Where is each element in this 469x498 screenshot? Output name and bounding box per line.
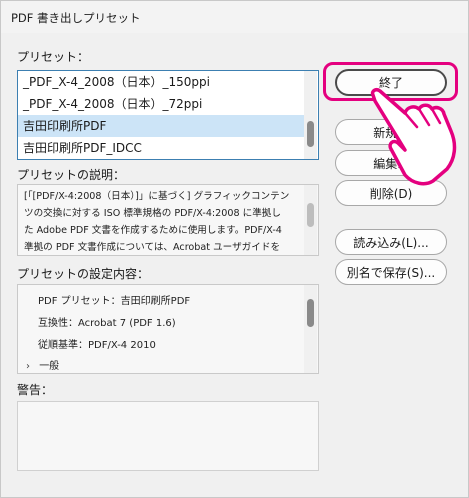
description-line: ツの交換に対する ISO 標準規格の PDF/X-4:2008 に準拠し: [24, 208, 281, 219]
scrollbar-thumb[interactable]: [307, 203, 314, 227]
setting-line: 互換性：Acrobat 7 (PDF 1.6): [38, 318, 176, 329]
chevron-right-icon[interactable]: ›: [26, 361, 30, 372]
scrollbar-thumb[interactable]: [307, 121, 314, 147]
description-line: た Adobe PDF 文書を作成するために使用します。PDF/X-4: [24, 225, 282, 236]
warning-label: 警告：: [17, 383, 54, 397]
description-text: [「[PDF/X-4:2008（日本）]」に基づく] グラフィックコンテン ツの…: [24, 188, 302, 255]
description-label: プリセットの説明：: [17, 168, 126, 182]
setting-line: PDF プリセット：吉田印刷所PDF: [38, 296, 191, 307]
hand-outline: [370, 88, 457, 186]
preset-item[interactable]: 吉田印刷所PDF_IDCC: [18, 137, 304, 159]
pointing-hand-icon: [370, 88, 457, 186]
warning-box: [17, 401, 319, 471]
load-button[interactable]: 読み込み(L)...: [335, 229, 447, 255]
scrollbar-thumb[interactable]: [307, 299, 314, 327]
settings-group-label: 一般: [39, 361, 60, 372]
settings-scrollbar[interactable]: [304, 285, 317, 373]
pdf-export-presets-dialog: PDF 書き出しプリセット プリセット： _PDF_X-4_2008（日本）_1…: [0, 0, 469, 498]
description-line: 準拠の PDF 文書作成については、Acrobat ユーザガイドを: [24, 242, 281, 253]
preset-description-box: [「[PDF/X-4:2008（日本）]」に基づく] グラフィックコンテン ツの…: [17, 184, 319, 256]
setting-line: 従順基準：PDF/X-4 2010: [38, 340, 156, 351]
preset-list-scrollbar[interactable]: [304, 71, 317, 159]
description-scrollbar[interactable]: [304, 185, 317, 255]
window-title: PDF 書き出しプリセット: [11, 11, 141, 25]
presets-label: プリセット：: [17, 50, 90, 64]
title-bar[interactable]: PDF 書き出しプリセット: [1, 1, 468, 33]
preset-item[interactable]: _PDF_X-4_2008（日本）_72ppi: [18, 93, 304, 115]
description-line: [「[PDF/X-4:2008（日本）]」に基づく] グラフィックコンテン: [24, 191, 290, 202]
settings-group-general[interactable]: › 一般: [26, 357, 59, 372]
preset-list[interactable]: _PDF_X-4_2008（日本）_150ppi _PDF_X-4_2008（日…: [17, 70, 319, 160]
preset-item[interactable]: _PDF_X-4_2008（日本）_150ppi: [18, 71, 304, 93]
preset-item-selected[interactable]: 吉田印刷所PDF: [18, 115, 304, 137]
preset-settings-box: PDF プリセット：吉田印刷所PDF 互換性：Acrobat 7 (PDF 1.…: [17, 284, 319, 374]
save-as-button[interactable]: 別名で保存(S)...: [335, 259, 447, 285]
settings-label: プリセットの設定内容：: [17, 267, 150, 281]
